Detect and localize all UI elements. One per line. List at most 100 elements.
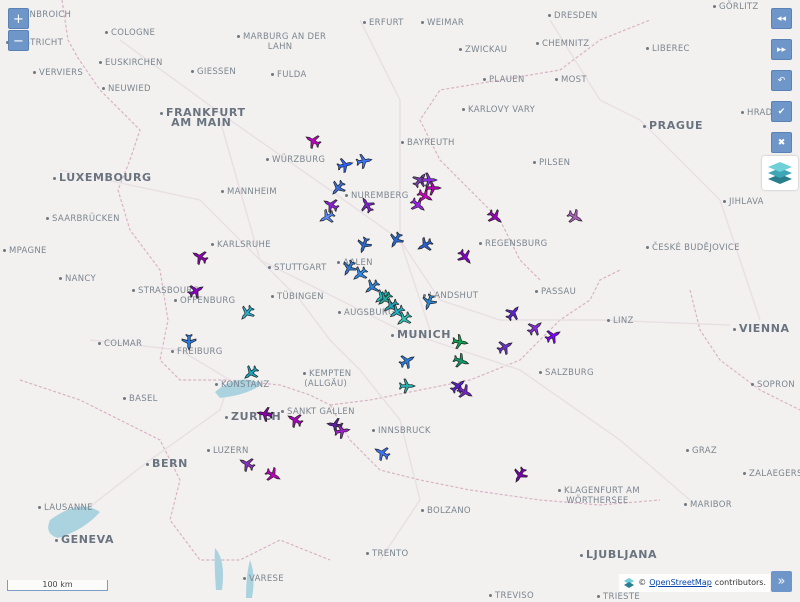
airplane-icon — [421, 172, 438, 188]
city-dot — [751, 383, 754, 386]
city-label: NANCY — [56, 274, 96, 284]
city-label: WÜRZBURG — [263, 155, 325, 165]
aircraft-marker[interactable] — [359, 197, 376, 214]
confirm-button[interactable]: ✔ — [771, 101, 792, 122]
airplane-icon — [336, 157, 355, 173]
aircraft-marker[interactable] — [452, 352, 470, 369]
aircraft-marker[interactable] — [504, 305, 521, 322]
aircraft-marker[interactable] — [398, 353, 415, 369]
aircraft-marker[interactable] — [396, 311, 412, 327]
city-dot — [53, 176, 56, 180]
city-name: LINZ — [613, 316, 634, 326]
airplane-icon — [396, 311, 412, 325]
city-dot — [303, 372, 306, 375]
city-dot — [743, 472, 746, 475]
aircraft-marker[interactable] — [355, 153, 373, 170]
city-dot — [146, 462, 149, 466]
aircraft-marker[interactable] — [239, 305, 256, 321]
city-dot — [533, 161, 536, 164]
city-dot — [33, 71, 36, 74]
zoom-in-button[interactable]: + — [8, 8, 29, 29]
city-label: LINZ — [604, 316, 634, 326]
city-label: DRESDEN — [545, 11, 598, 21]
aircraft-marker[interactable] — [421, 172, 438, 188]
aircraft-marker[interactable] — [356, 236, 372, 254]
city-name: SAARBRÜCKEN — [52, 214, 120, 224]
city-label: VIENNA — [730, 323, 790, 334]
aircraft-marker[interactable] — [187, 283, 205, 299]
aircraft-marker[interactable] — [239, 456, 256, 473]
city-name: BOLZANO — [427, 506, 471, 516]
undo-button[interactable]: ↶ — [771, 70, 792, 91]
map-canvas[interactable]: EINBROICH AASTRICHT COLOGNE EUSKIRCHEN VERVI… — [0, 0, 800, 602]
aircraft-marker[interactable] — [456, 383, 474, 400]
airplane-icon — [504, 306, 519, 322]
aircraft-marker[interactable] — [512, 466, 529, 483]
expand-button[interactable]: » — [771, 571, 792, 592]
aircraft-marker[interactable] — [330, 179, 347, 196]
close-button[interactable]: ✖ — [771, 132, 792, 153]
aircraft-marker[interactable] — [526, 320, 543, 337]
city-dot — [281, 410, 284, 413]
city-dot — [271, 73, 274, 76]
aircraft-marker[interactable] — [457, 248, 473, 265]
aircraft-marker[interactable] — [256, 406, 274, 423]
aircraft-marker[interactable] — [374, 445, 391, 462]
city-label: VERVIERS — [30, 68, 83, 78]
rewind-button[interactable]: ◂◂ — [771, 8, 792, 29]
city-dot — [391, 333, 394, 337]
city-dot — [548, 14, 551, 17]
city-label: TRIESTE — [594, 592, 640, 602]
city-name: SOPRON — [757, 380, 795, 390]
aircraft-marker[interactable] — [333, 423, 351, 439]
layers-icon — [768, 162, 792, 184]
aircraft-marker[interactable] — [286, 412, 304, 428]
city-name-line2: AM MAIN — [171, 116, 232, 129]
aircraft-marker[interactable] — [319, 208, 336, 225]
city-label: MUNICH — [388, 329, 451, 340]
city-dot — [580, 553, 583, 557]
city-dot — [225, 415, 228, 419]
city-name: COLOGNE — [111, 28, 156, 38]
aircraft-marker[interactable] — [451, 333, 469, 350]
city-dot — [3, 249, 6, 252]
city-label: MPAGNE — [0, 246, 47, 256]
city-name: GÖRLITZ — [719, 2, 759, 12]
aircraft-marker[interactable] — [544, 328, 561, 345]
city-label: EUSKIRCHEN — [96, 58, 163, 68]
aircraft-marker[interactable] — [421, 293, 438, 311]
city-dot — [489, 594, 492, 597]
airplane-icon — [457, 248, 472, 264]
aircraft-marker[interactable] — [486, 208, 503, 225]
city-label: SOPRON — [748, 380, 795, 390]
city-dot — [421, 21, 424, 24]
city-dot — [105, 31, 108, 34]
aircraft-marker[interactable] — [181, 333, 197, 351]
aircraft-marker[interactable] — [264, 466, 281, 483]
aircraft-marker[interactable] — [565, 208, 583, 225]
aircraft-marker[interactable] — [496, 339, 514, 356]
aircraft-marker[interactable] — [243, 365, 260, 381]
layers-button[interactable] — [762, 156, 798, 190]
airplane-icon — [332, 179, 347, 195]
forward-button[interactable]: ▸▸ — [771, 39, 792, 60]
city-label: FULDA — [268, 70, 307, 80]
aircraft-marker[interactable] — [192, 249, 209, 265]
city-name: LJUBLJANA — [586, 548, 658, 561]
aircraft-marker[interactable] — [388, 231, 405, 248]
aircraft-marker[interactable] — [399, 378, 417, 394]
aircraft-marker[interactable] — [417, 237, 435, 253]
city-dot — [160, 111, 163, 115]
city-label: MARIBOR — [681, 500, 732, 510]
airplane-icon — [451, 333, 469, 349]
aircraft-marker[interactable] — [336, 157, 355, 173]
airplane-icon — [452, 352, 470, 368]
openstreetmap-link[interactable]: OpenStreetMap — [649, 574, 712, 592]
city-dot — [462, 108, 465, 111]
zoom-out-button[interactable]: − — [8, 30, 29, 51]
city-name: GIESSEN — [197, 67, 237, 77]
aircraft-marker[interactable] — [305, 133, 322, 150]
city-label: KEMPTEN (ALLGÄU) — [300, 369, 351, 389]
airplane-icon — [496, 341, 514, 356]
city-name: LAUSANNE — [44, 503, 93, 513]
